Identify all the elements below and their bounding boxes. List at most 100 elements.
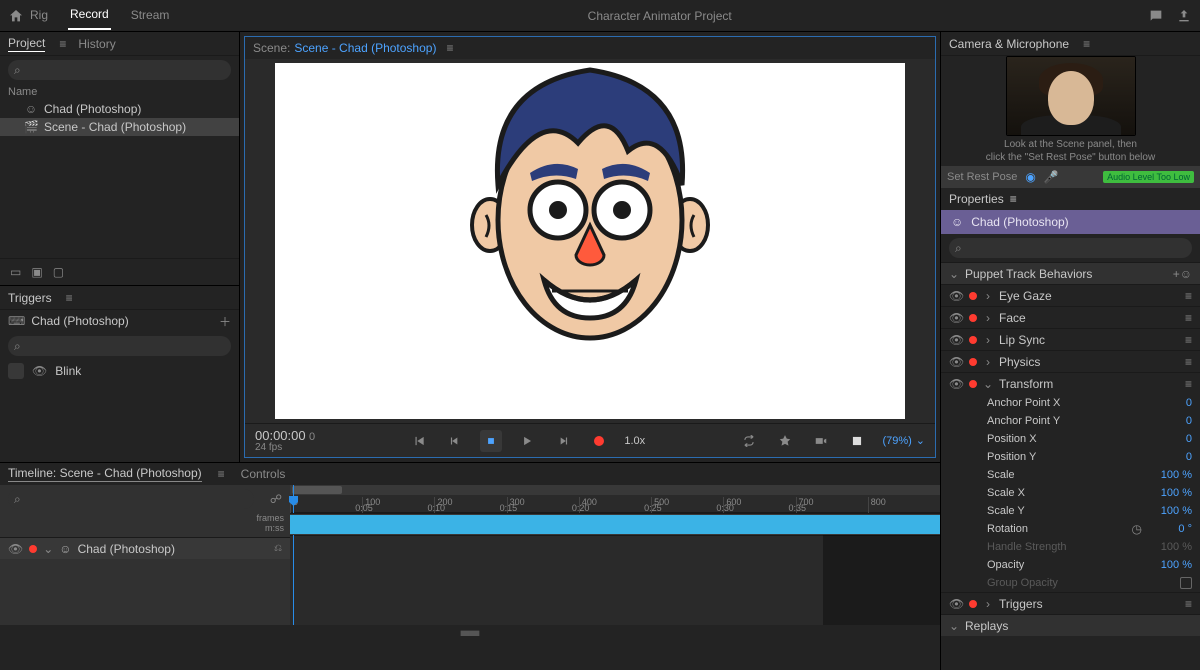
chevron-right-icon[interactable]: › [983,597,993,611]
chevron-right-icon[interactable]: › [983,311,993,325]
mic-toggle-icon[interactable]: 🎤 [1044,170,1059,184]
property-row[interactable]: Anchor Point Y0 [941,412,1200,430]
new-folder-icon[interactable]: ▭ [10,265,21,279]
set-rest-pose-button[interactable]: Set Rest Pose [947,171,1017,183]
chevron-right-icon[interactable]: › [983,333,993,347]
property-value[interactable]: 100 % [1152,541,1192,553]
project-tab[interactable]: Project [8,36,45,52]
timeline-search-input[interactable] [25,492,248,506]
history-tab[interactable]: History [78,37,115,51]
property-row[interactable]: Scale100 % [941,466,1200,484]
eye-icon[interactable]: 👁 [949,377,963,391]
timeline-search[interactable]: ⌕ [8,489,254,509]
properties-search-input[interactable] [966,241,1186,255]
workspace-tab-rig[interactable]: Rig [28,2,50,29]
arm-record-dot[interactable] [969,358,977,366]
webcam-toggle-icon[interactable]: ◉ [1025,170,1035,184]
home-icon[interactable] [8,8,24,24]
chat-icon[interactable] [1148,8,1164,24]
arm-record-dot[interactable] [969,292,977,300]
controls-tab[interactable]: Controls [241,467,286,481]
behavior-row[interactable]: 👁 › Physics ≡ [941,350,1200,372]
eye-icon[interactable]: 👁 [949,289,963,303]
stopwatch-icon[interactable]: ◷ [1132,522,1142,536]
scene-stage[interactable] [275,63,905,419]
property-value[interactable]: 0 [1152,415,1192,427]
behaviors-section-header[interactable]: ⌄ Puppet Track Behaviors +☺ [941,262,1200,284]
project-item[interactable]: 🎬 Scene - Chad (Photoshop) [0,118,239,136]
timeline-zoom-thumb[interactable] [292,486,342,494]
property-value[interactable]: 100 % [1152,469,1192,481]
playback-speed[interactable]: 1.0x [624,435,645,447]
timeline-filter-icon[interactable]: ☍ [262,492,290,506]
project-item[interactable]: ☺ Chad (Photoshop) [0,100,239,118]
eye-icon[interactable]: 👁 [949,333,963,347]
triggers-search-input[interactable] [25,339,225,353]
behavior-menu-icon[interactable]: ≡ [1185,597,1192,611]
property-row[interactable]: Opacity100 % [941,556,1200,574]
properties-search[interactable]: ⌕ [949,238,1192,258]
step-forward-button[interactable] [552,430,574,452]
resize-grip[interactable]: ▃▃ [0,625,940,633]
checker-button[interactable] [846,430,868,452]
eye-icon[interactable]: 👁 [949,311,963,325]
chevron-down-icon[interactable]: ⌄ [43,542,53,556]
workspace-tab-record[interactable]: Record [68,1,111,30]
property-row[interactable]: Scale Y100 % [941,502,1200,520]
chevron-right-icon[interactable]: › [983,289,993,303]
property-value[interactable]: 0 ° [1152,523,1192,535]
behavior-menu-icon[interactable]: ≡ [1185,377,1192,391]
go-to-start-button[interactable] [408,430,430,452]
scene-panel-menu-icon[interactable]: ≡ [446,41,453,55]
arm-record-dot[interactable] [969,314,977,322]
property-row[interactable]: Handle Strength100 % [941,538,1200,556]
arm-record-dot[interactable] [29,545,37,553]
camera-panel-menu-icon[interactable]: ≡ [1083,37,1090,51]
timeline-title[interactable]: Timeline: Scene - Chad (Photoshop) [8,466,202,482]
arm-record-dot[interactable] [969,600,977,608]
arm-record-dot[interactable] [969,336,977,344]
behavior-row[interactable]: 👁 › Triggers ≡ [941,592,1200,614]
zoom-level[interactable]: (79%) ⌄ [882,434,925,447]
property-value[interactable]: 0 [1152,451,1192,463]
scene-name[interactable]: Scene - Chad (Photoshop) [294,41,436,55]
timecode[interactable]: 00:00:00 [255,428,306,443]
property-value[interactable]: 0 [1152,397,1192,409]
project-search[interactable]: ⌕ [8,60,231,80]
new-item-icon[interactable]: ▣ [31,265,42,279]
behavior-row[interactable]: 👁 ⌄ Transform ≡ [941,372,1200,394]
timeline-track[interactable] [290,513,940,535]
chevron-down-icon[interactable]: ⌄ [983,377,993,391]
timeline-zoom-scrollbar[interactable] [290,485,940,495]
snapping-button[interactable] [774,430,796,452]
share-icon[interactable] [1176,8,1192,24]
loop-button[interactable] [738,430,760,452]
step-back-button[interactable] [444,430,466,452]
property-row[interactable]: Group Opacity [941,574,1200,592]
property-value[interactable]: 100 % [1152,505,1192,517]
behavior-row[interactable]: 👁 › Face ≡ [941,306,1200,328]
workspace-tab-stream[interactable]: Stream [129,2,172,29]
camera-view-button[interactable] [810,430,832,452]
triggers-search[interactable]: ⌕ [8,336,231,356]
delete-icon[interactable]: ▢ [53,265,64,279]
timeline-ruler[interactable]: 01000:052000:103000:154000:205000:256000… [290,485,940,513]
playhead[interactable] [293,485,294,625]
stop-button[interactable] [480,430,502,452]
property-value[interactable]: 100 % [1152,487,1192,499]
behavior-menu-icon[interactable]: ≡ [1185,355,1192,369]
eye-icon[interactable]: 👁 [949,597,963,611]
arm-record-dot[interactable] [969,380,977,388]
record-button[interactable] [588,430,610,452]
property-row[interactable]: Rotation◷0 ° [941,520,1200,538]
project-search-input[interactable] [25,63,225,77]
trigger-row[interactable]: 👁 Blink [0,360,239,382]
timeline-clip[interactable] [290,515,940,534]
project-panel-menu-icon[interactable]: ≡ [59,37,66,51]
track-handle-icon[interactable]: ⎌ [274,543,282,554]
behavior-row[interactable]: 👁 › Lip Sync ≡ [941,328,1200,350]
eye-icon[interactable]: 👁 [949,355,963,369]
triggers-panel-menu-icon[interactable]: ≡ [66,291,73,305]
property-value[interactable]: 100 % [1152,559,1192,571]
timeline-panel-menu-icon[interactable]: ≡ [218,467,225,481]
